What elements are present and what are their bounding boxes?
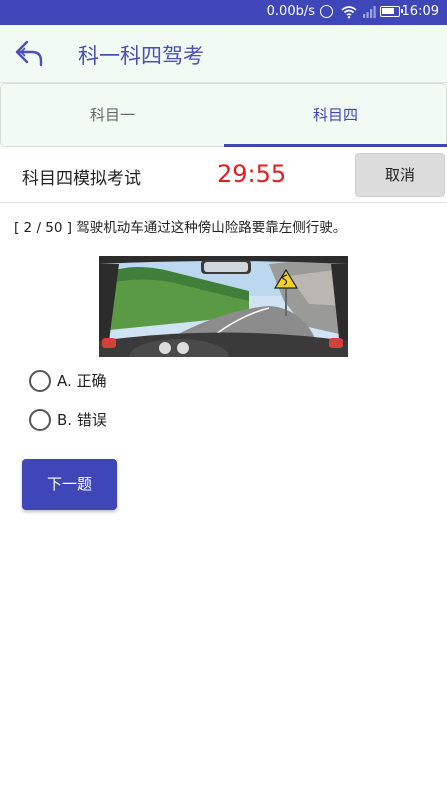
back-arrow-icon[interactable] <box>14 38 46 68</box>
question-image <box>99 256 348 357</box>
countdown-timer: 29:55 <box>217 160 287 188</box>
app-header: 科一科四驾考 <box>0 25 447 83</box>
exam-bar: 科目四模拟考试 29:55 取消 <box>0 149 447 203</box>
page-title: 科一科四驾考 <box>78 44 204 68</box>
cancel-button[interactable]: 取消 <box>355 153 445 197</box>
wifi-icon <box>341 6 357 19</box>
tab-subject-one[interactable]: 科目一 <box>1 84 224 146</box>
radio-unchecked-icon[interactable] <box>29 409 51 431</box>
network-speed: 0.00b/s <box>266 4 315 19</box>
option-b-label: B. 错误 <box>57 411 107 429</box>
status-bar: 0.00b/s 16:09 <box>0 0 447 25</box>
signal-icon <box>363 6 376 18</box>
battery-icon <box>380 6 403 17</box>
tab-subject-four[interactable]: 科目四 <box>224 84 447 146</box>
active-tab-indicator <box>224 144 447 147</box>
next-question-button[interactable]: 下一题 <box>22 459 117 510</box>
tab-bar: 科目一 科目四 <box>0 83 447 147</box>
alarm-icon <box>320 5 333 18</box>
option-a-label: A. 正确 <box>57 372 107 390</box>
question-text: [ 2 / 50 ] 驾驶机动车通过这种傍山险路要靠左侧行驶。 <box>14 220 347 236</box>
clock: 16:09 <box>401 4 439 19</box>
radio-unchecked-icon[interactable] <box>29 370 51 392</box>
exam-title: 科目四模拟考试 <box>22 169 141 189</box>
